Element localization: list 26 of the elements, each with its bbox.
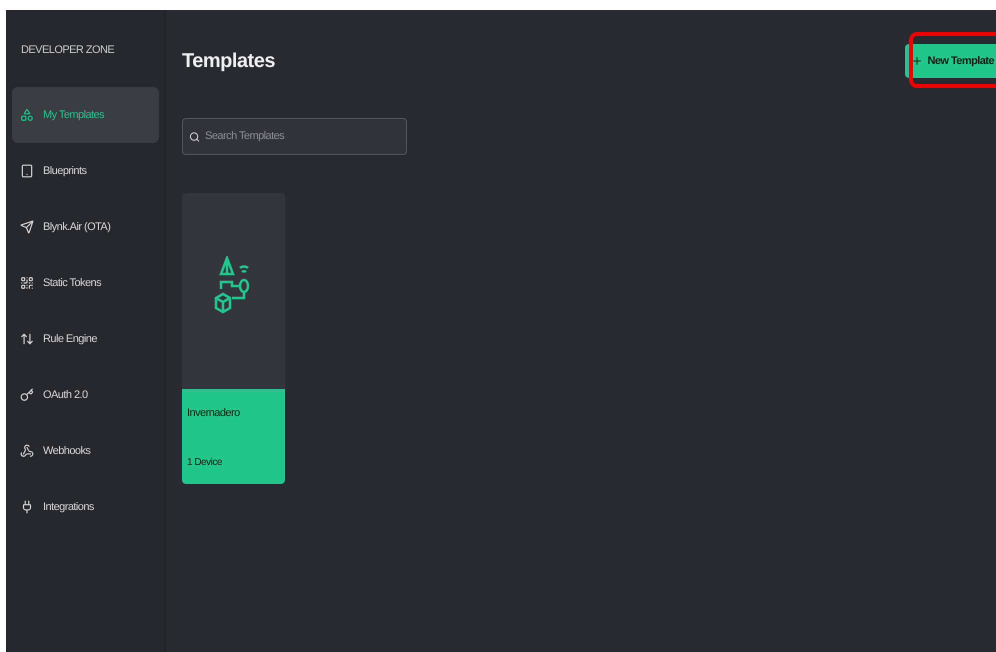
key-icon — [20, 388, 34, 402]
sidebar-item[interactable]: Blynk.Air (OTA) — [12, 199, 159, 255]
shapes-icon — [20, 108, 34, 122]
sidebar-header: DEVELOPER ZONE — [21, 43, 116, 58]
search-field[interactable]: Search Templates — [182, 118, 407, 155]
search-icon — [189, 130, 200, 142]
plus-icon — [911, 55, 924, 67]
qr-code-icon — [20, 276, 34, 290]
tablet-icon — [20, 164, 34, 178]
template-name: Invernadero — [187, 406, 241, 421]
plug-icon — [20, 500, 34, 514]
arrows-icon — [20, 332, 34, 346]
paper-plane-icon — [20, 220, 34, 234]
sidebar-item[interactable]: Webhooks — [12, 423, 159, 479]
sidebar-item[interactable]: Rule Engine — [12, 311, 159, 367]
template-card[interactable]: Invernadero 1 Device — [182, 193, 285, 484]
search-input[interactable]: Search Templates — [205, 128, 400, 145]
sidebar-item[interactable]: Integrations — [12, 479, 159, 535]
sidebar-item[interactable]: Blueprints — [12, 143, 159, 199]
webhook-icon — [20, 444, 34, 458]
sidebar-item[interactable]: My Templates — [12, 87, 159, 143]
new-template-button[interactable]: New Template — [905, 44, 996, 78]
sidebar-item[interactable]: OAuth 2.0 — [12, 367, 159, 423]
sidebar-item[interactable]: Static Tokens — [12, 255, 159, 311]
page-title: Templates — [182, 49, 275, 74]
device-count: 1 Device — [187, 456, 223, 470]
